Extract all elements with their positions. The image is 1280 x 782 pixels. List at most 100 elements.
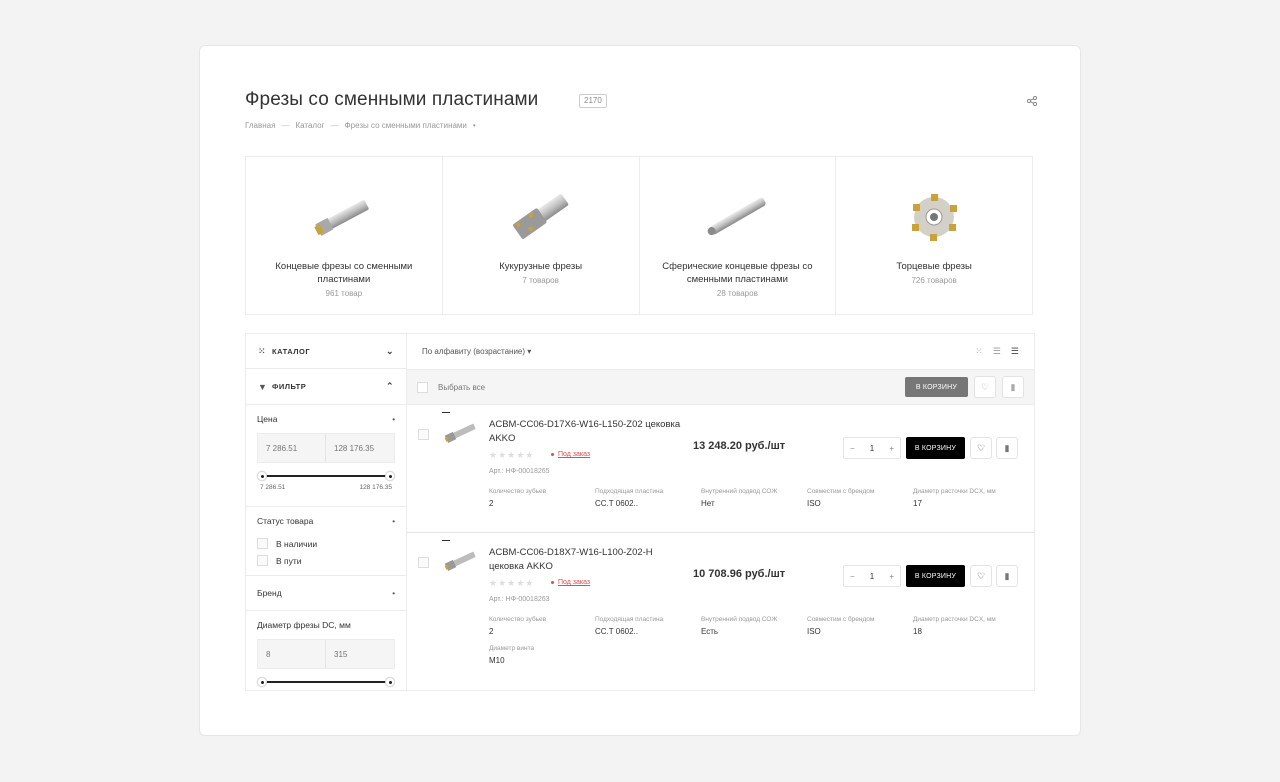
category-title[interactable]: Торцевые фрезы	[856, 260, 1012, 273]
product-title[interactable]: ACBM-CC06-D17X6-W16-L150-Z02 цековка AKK…	[489, 418, 684, 446]
property: Подходящая пластина CC.T 0602..	[595, 488, 701, 509]
property-value: Есть	[701, 627, 719, 636]
property-value: 17	[913, 499, 922, 508]
property: Количество зубьев 2	[489, 616, 595, 637]
rating-stars: ★★★★★	[489, 450, 535, 460]
breadcrumb-current[interactable]: Фрезы со сменными пластинами	[345, 121, 467, 130]
property: Внутренний подвод СОЖ Нет	[701, 488, 807, 509]
catalog-label: КАТАЛОГ	[272, 346, 311, 356]
diameter-filter-title[interactable]: Диаметр фрезы DC, мм	[257, 611, 395, 639]
property-value: CC.T 0602..	[595, 627, 638, 636]
grid-view-icon[interactable]: ⁙	[975, 346, 983, 357]
category-card[interactable]: Концевые фрезы со сменными пластинами 96…	[246, 157, 443, 314]
quantity-stepper: − 1 +	[843, 437, 901, 459]
increase-button[interactable]: +	[889, 444, 894, 453]
share-icon[interactable]	[1026, 95, 1038, 107]
category-card[interactable]: Сферические концевые фрезы со сменными п…	[640, 157, 837, 314]
table-view-icon[interactable]: ☰	[1011, 346, 1019, 357]
select-all-bar: Выбрать все В КОРЗИНУ ♡ ▮	[407, 370, 1034, 405]
product-image[interactable]	[442, 543, 478, 579]
brand-label: Бренд	[257, 588, 282, 598]
status-label[interactable]: Под заказ	[558, 579, 590, 586]
category-card[interactable]: Кукурузные фрезы 7 товаров	[443, 157, 640, 314]
product-image[interactable]	[442, 415, 478, 451]
diameter-min-input[interactable]	[258, 640, 326, 668]
quantity-value[interactable]: 1	[870, 572, 874, 581]
property-name: Диаметр расточки DCX, мм	[913, 616, 996, 623]
breadcrumb-home[interactable]: Главная	[245, 121, 275, 130]
sort-dropdown[interactable]: По алфавиту (возрастание) ▾	[422, 347, 531, 356]
bulk-add-to-cart-button[interactable]: В КОРЗИНУ	[904, 377, 968, 397]
chevron-down-icon: ⌄	[385, 345, 394, 356]
page-title: Фрезы со сменными пластинами	[245, 89, 539, 110]
product-row: ACBM-CC06-D17X6-W16-L150-Z02 цековка AKK…	[407, 405, 1034, 533]
status-filter-title[interactable]: Статус товара •	[257, 507, 395, 535]
decrease-button[interactable]: −	[850, 444, 855, 453]
property-name: Подходящая пластина	[595, 616, 664, 623]
product-checkbox[interactable]	[418, 557, 429, 568]
property-name: Диаметр расточки DCX, мм	[913, 488, 996, 495]
slider-track	[262, 475, 390, 477]
status-option-in-transit[interactable]: В пути	[257, 552, 395, 569]
breadcrumb-catalog[interactable]: Каталог	[295, 121, 324, 130]
diameter-max-input[interactable]	[326, 640, 394, 668]
price-min-input[interactable]	[258, 434, 326, 462]
end-mill-image	[314, 200, 369, 236]
add-to-cart-button[interactable]: В КОРЗИНУ	[906, 565, 965, 587]
price-max-label: 128 176.35	[359, 484, 392, 491]
category-title[interactable]: Кукурузные фрезы	[463, 260, 619, 273]
product-properties: Количество зубьев 2 Подходящая пластина CC…	[489, 488, 1023, 509]
list-view-icon[interactable]: ☰	[993, 346, 1001, 357]
grid-icon: ⁙	[258, 345, 267, 356]
brand-filter-title[interactable]: Бренд •	[257, 576, 395, 610]
compare-icon[interactable]: ▮	[996, 437, 1018, 459]
slider-max-handle[interactable]	[385, 471, 395, 481]
price-slider	[257, 468, 395, 484]
decrease-button[interactable]: −	[850, 572, 855, 581]
property-name: Внутренний подвод СОЖ	[701, 488, 778, 495]
diameter-slider	[257, 674, 395, 690]
checkbox[interactable]	[257, 555, 268, 566]
price-filter-title[interactable]: Цена •	[257, 405, 395, 433]
add-to-cart-button[interactable]: В КОРЗИНУ	[906, 437, 965, 459]
slider-min-handle[interactable]	[257, 677, 267, 687]
compare-icon[interactable]: ▮	[996, 565, 1018, 587]
catalog-toggle[interactable]: ⁙ КАТАЛОГ ⌄	[246, 333, 406, 369]
option-label: В пути	[276, 555, 302, 566]
status-label[interactable]: Под заказ	[558, 451, 590, 458]
category-card[interactable]: Торцевые фрезы 726 товаров	[836, 157, 1032, 314]
status-option-in-stock[interactable]: В наличии	[257, 535, 395, 552]
category-title[interactable]: Сферические концевые фрезы со сменными п…	[660, 260, 816, 286]
increase-button[interactable]: +	[889, 572, 894, 581]
product-checkbox[interactable]	[418, 429, 429, 440]
product-row: ACBM-CC06-D18X7-W16-L100-Z02-H цековка A…	[407, 533, 1034, 690]
heart-icon[interactable]: ♡	[970, 565, 992, 587]
diameter-filter: Диаметр фрезы DC, мм 8 315	[246, 611, 406, 690]
filter-toggle[interactable]: ▼ ФИЛЬТР ⌃	[246, 369, 406, 405]
product-title[interactable]: ACBM-CC06-D18X7-W16-L100-Z02-H цековка A…	[489, 546, 684, 574]
property-value: ISO	[807, 627, 821, 636]
compare-icon[interactable]: ▮	[1002, 376, 1024, 398]
property-value: 2	[489, 627, 494, 636]
heart-icon[interactable]: ♡	[974, 376, 996, 398]
status-dot	[551, 581, 554, 584]
divider	[442, 412, 450, 413]
property-value: 18	[913, 627, 922, 636]
select-all-label[interactable]: Выбрать все	[438, 383, 485, 392]
breadcrumb-dropdown-icon[interactable]: •	[473, 121, 476, 130]
price-range-inputs	[257, 433, 395, 463]
property: Совместим с брендом ISO	[807, 488, 913, 509]
quantity-stepper: − 1 +	[843, 565, 901, 587]
product-sku: Арт.: НФ-00018263	[489, 596, 550, 603]
heart-icon[interactable]: ♡	[970, 437, 992, 459]
filter-sidebar: ⁙ КАТАЛОГ ⌄ ▼ ФИЛЬТР ⌃ Цена • 7 286.51 1…	[245, 333, 407, 691]
checkbox[interactable]	[257, 538, 268, 549]
price-max-input[interactable]	[326, 434, 394, 462]
quantity-value[interactable]: 1	[870, 444, 874, 453]
category-title[interactable]: Концевые фрезы со сменными пластинами	[266, 260, 422, 286]
slider-min-handle[interactable]	[257, 471, 267, 481]
slider-max-handle[interactable]	[385, 677, 395, 687]
select-all-checkbox[interactable]	[417, 381, 428, 393]
property: Диаметр винта M10	[489, 645, 595, 666]
price-filter: Цена • 7 286.51 128 176.35	[246, 405, 406, 507]
